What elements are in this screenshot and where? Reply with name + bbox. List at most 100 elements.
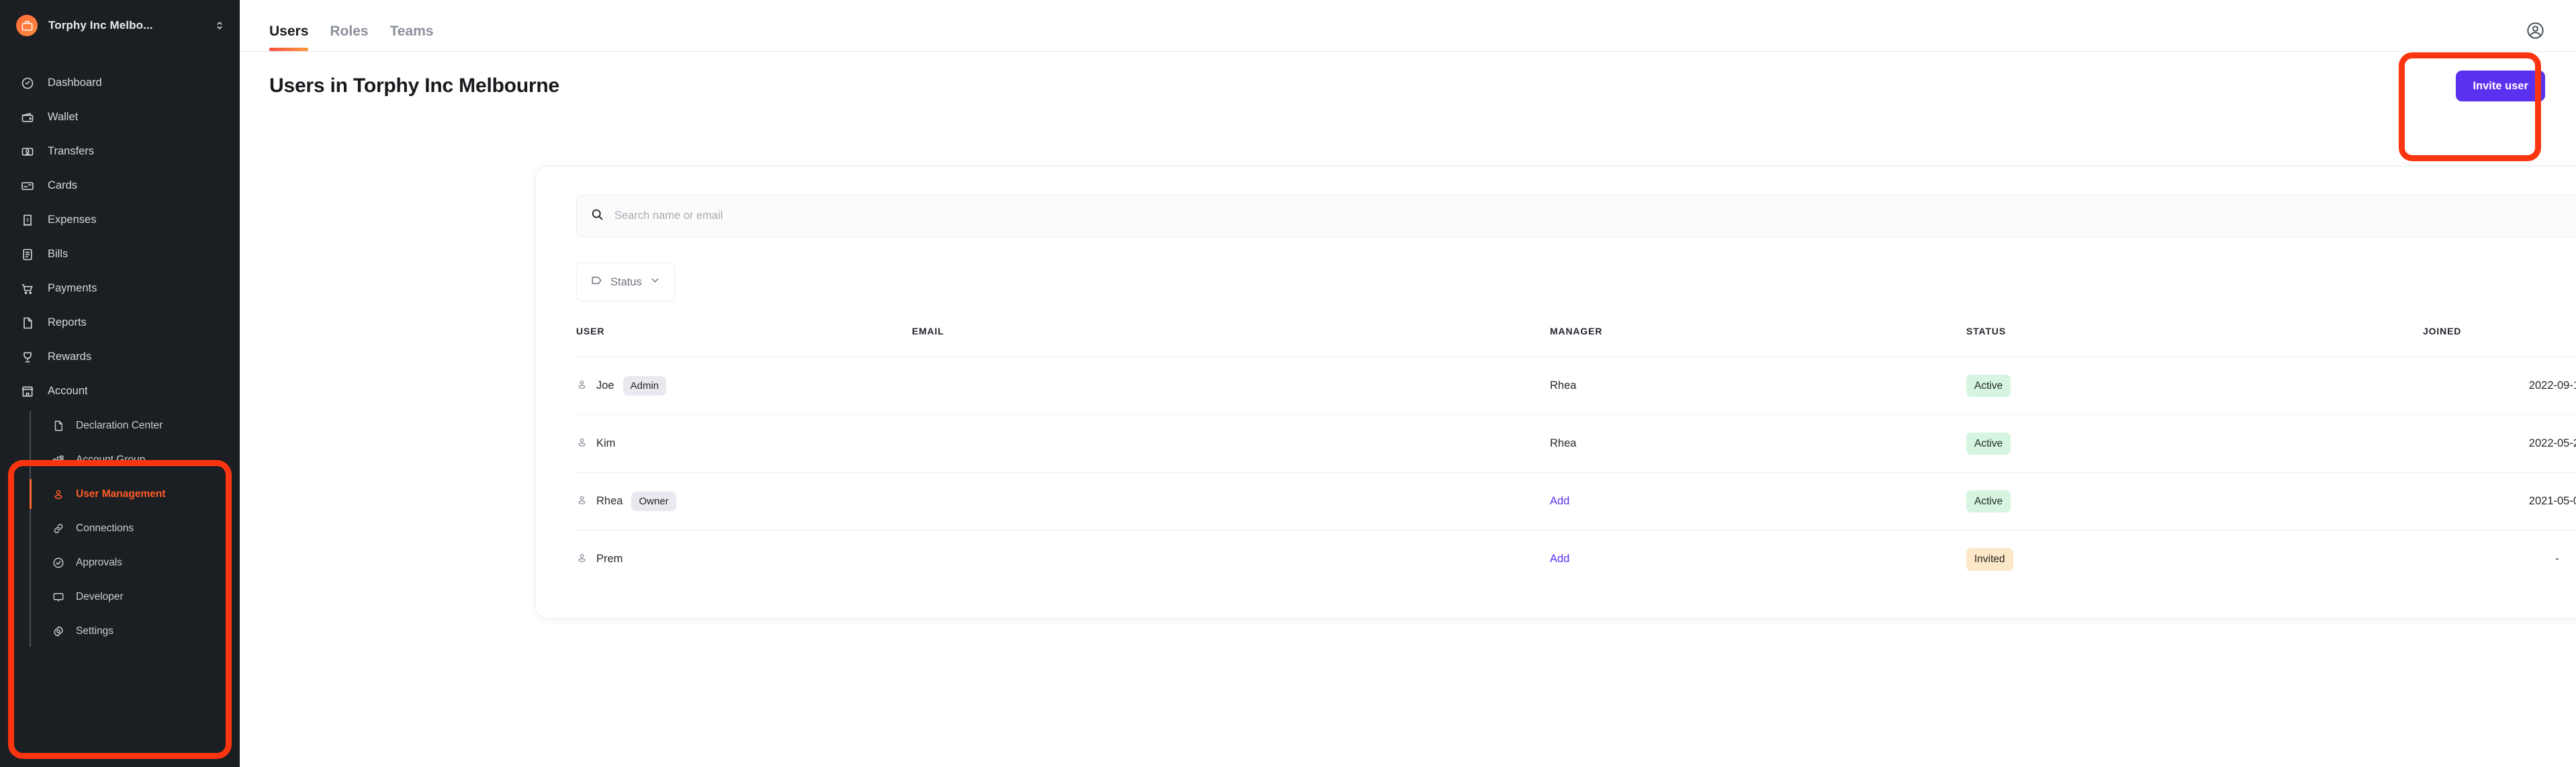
sidebar-account-section: Account Declaration Center Account Group… bbox=[0, 374, 240, 648]
sidebar-item-reports[interactable]: Reports bbox=[0, 306, 240, 340]
sidebar-subitem-label: Settings bbox=[76, 625, 114, 637]
sidebar-item-account[interactable]: Account bbox=[0, 374, 240, 408]
sidebar-item-expenses[interactable]: $ Expenses bbox=[0, 203, 240, 237]
top-tab-bar: Users Roles Teams bbox=[240, 0, 2576, 52]
status-badge: Invited bbox=[1966, 548, 2013, 571]
app-root: Torphy Inc Melbo... Dashboard Wallet Tra… bbox=[0, 0, 2576, 767]
cell-email bbox=[912, 472, 1550, 531]
document-icon bbox=[52, 419, 64, 432]
sidebar-item-connections[interactable]: Connections bbox=[30, 511, 240, 545]
sidebar: Torphy Inc Melbo... Dashboard Wallet Tra… bbox=[0, 0, 240, 767]
sidebar-item-bills[interactable]: Bills bbox=[0, 237, 240, 271]
tab-label: Teams bbox=[389, 24, 434, 39]
cell-email bbox=[912, 530, 1550, 588]
sidebar-item-label: Payments bbox=[48, 282, 97, 294]
org-switcher[interactable]: Torphy Inc Melbo... bbox=[0, 0, 240, 51]
cell-user: Rhea Owner bbox=[576, 472, 912, 531]
document-icon bbox=[20, 316, 34, 330]
account-subnav: Declaration Center Account Group User Ma… bbox=[30, 408, 240, 648]
cell-joined: - bbox=[2423, 530, 2576, 588]
cell-status: Invited bbox=[1966, 530, 2423, 588]
sidebar-item-user-management[interactable]: User Management bbox=[30, 477, 240, 511]
sidebar-item-wallet[interactable]: Wallet bbox=[0, 100, 240, 134]
column-header-user: USER bbox=[576, 326, 605, 336]
search-icon bbox=[590, 208, 604, 224]
cell-joined: 2021-05-04 bbox=[2423, 472, 2576, 531]
tab-users[interactable]: Users bbox=[269, 24, 319, 51]
status-badge: Active bbox=[1966, 432, 2011, 455]
sidebar-subitem-label: Account Group bbox=[76, 453, 146, 465]
sidebar-item-label: Account bbox=[48, 385, 88, 397]
tab-roles[interactable]: Roles bbox=[319, 24, 379, 51]
sidebar-item-approvals[interactable]: Approvals bbox=[30, 545, 240, 580]
table-body: Joe Admin Rhea Active 2022-09-15 bbox=[576, 357, 2576, 588]
table-row[interactable]: Joe Admin Rhea Active 2022-09-15 bbox=[576, 357, 2576, 415]
cell-manager: Rhea bbox=[1550, 414, 1966, 473]
sidebar-item-cards[interactable]: Cards bbox=[0, 169, 240, 203]
status-filter-label: Status bbox=[610, 275, 642, 288]
main-content: Users Roles Teams Users in Torphy Inc Me… bbox=[240, 0, 2576, 767]
sidebar-item-label: Reports bbox=[48, 316, 87, 328]
page-header: Users in Torphy Inc Melbourne Invite use… bbox=[240, 52, 2576, 120]
tab-teams[interactable]: Teams bbox=[379, 24, 445, 51]
tag-icon bbox=[590, 274, 603, 290]
cell-user: Prem bbox=[576, 530, 912, 588]
user-name: Kim bbox=[596, 437, 616, 449]
add-manager-link[interactable]: Add bbox=[1550, 553, 1569, 565]
add-manager-link[interactable]: Add bbox=[1550, 495, 1569, 507]
column-header-manager: MANAGER bbox=[1550, 326, 1603, 336]
sidebar-item-transfers[interactable]: Transfers bbox=[0, 134, 240, 169]
sidebar-item-declaration-center[interactable]: Declaration Center bbox=[30, 408, 240, 443]
card-body: Status USER EMAIL MANAGER STATUS bbox=[536, 167, 2576, 588]
search-input[interactable] bbox=[614, 210, 2576, 222]
status-filter-dropdown[interactable]: Status bbox=[576, 263, 675, 302]
chevron-down-icon bbox=[649, 275, 661, 289]
trophy-icon bbox=[20, 350, 34, 364]
invite-user-button[interactable]: Invite user bbox=[2456, 70, 2545, 102]
page-title: Users in Torphy Inc Melbourne bbox=[269, 75, 560, 97]
sidebar-subitem-label: Connections bbox=[76, 522, 134, 534]
sidebar-item-payments[interactable]: Payments bbox=[0, 271, 240, 306]
sidebar-item-label: Wallet bbox=[48, 111, 79, 123]
table-row[interactable]: Rhea Owner Add Active 2021-05- bbox=[576, 472, 2576, 531]
cell-manager: Add bbox=[1550, 472, 1966, 531]
sidebar-item-rewards[interactable]: Rewards bbox=[0, 340, 240, 374]
table-header-row: USER EMAIL MANAGER STATUS JOINED bbox=[576, 326, 2576, 357]
sidebar-item-label: Expenses bbox=[48, 214, 97, 226]
svg-text:$: $ bbox=[26, 218, 29, 222]
tab-list: Users Roles Teams bbox=[269, 0, 445, 51]
chevron-up-down-icon[interactable] bbox=[214, 19, 225, 32]
briefcase-icon bbox=[16, 15, 38, 36]
sidebar-nav: Dashboard Wallet Transfers Cards $ Expen… bbox=[0, 66, 240, 648]
cell-manager: Rhea bbox=[1550, 357, 1966, 415]
storefront-icon bbox=[20, 384, 34, 398]
cell-status: Active bbox=[1966, 414, 2423, 473]
cell-user: Kim bbox=[576, 414, 912, 473]
sidebar-item-settings[interactable]: Settings bbox=[30, 614, 240, 648]
sidebar-subitem-label: Declaration Center bbox=[76, 419, 163, 431]
user-icon bbox=[576, 379, 588, 394]
bill-icon bbox=[20, 247, 34, 261]
user-circle-icon[interactable] bbox=[2526, 21, 2545, 51]
column-header-status: STATUS bbox=[1966, 326, 2007, 336]
sidebar-item-account-group[interactable]: Account Group bbox=[30, 443, 240, 477]
user-icon bbox=[52, 488, 64, 500]
user-icon bbox=[576, 437, 588, 451]
sidebar-item-dashboard[interactable]: Dashboard bbox=[0, 66, 240, 100]
check-circle-icon bbox=[52, 556, 64, 569]
role-badge: Owner bbox=[631, 492, 676, 511]
user-icon bbox=[576, 494, 588, 509]
search-bar[interactable] bbox=[576, 195, 2576, 237]
link-icon bbox=[52, 522, 64, 535]
card-icon bbox=[20, 179, 34, 193]
dashboard-icon bbox=[20, 76, 34, 90]
table-row[interactable]: Kim Rhea Active 2022-05-20 ••• bbox=[576, 414, 2576, 473]
cell-manager: Add bbox=[1550, 530, 1966, 588]
sidebar-item-developer[interactable]: Developer bbox=[30, 580, 240, 614]
cell-joined: 2022-09-15 bbox=[2423, 357, 2576, 415]
gear-icon bbox=[52, 625, 64, 637]
column-header-joined: JOINED bbox=[2423, 326, 2462, 336]
sidebar-item-label: Rewards bbox=[48, 351, 92, 363]
table-row[interactable]: Prem Add Invited - bbox=[576, 530, 2576, 588]
cell-status: Active bbox=[1966, 472, 2423, 531]
